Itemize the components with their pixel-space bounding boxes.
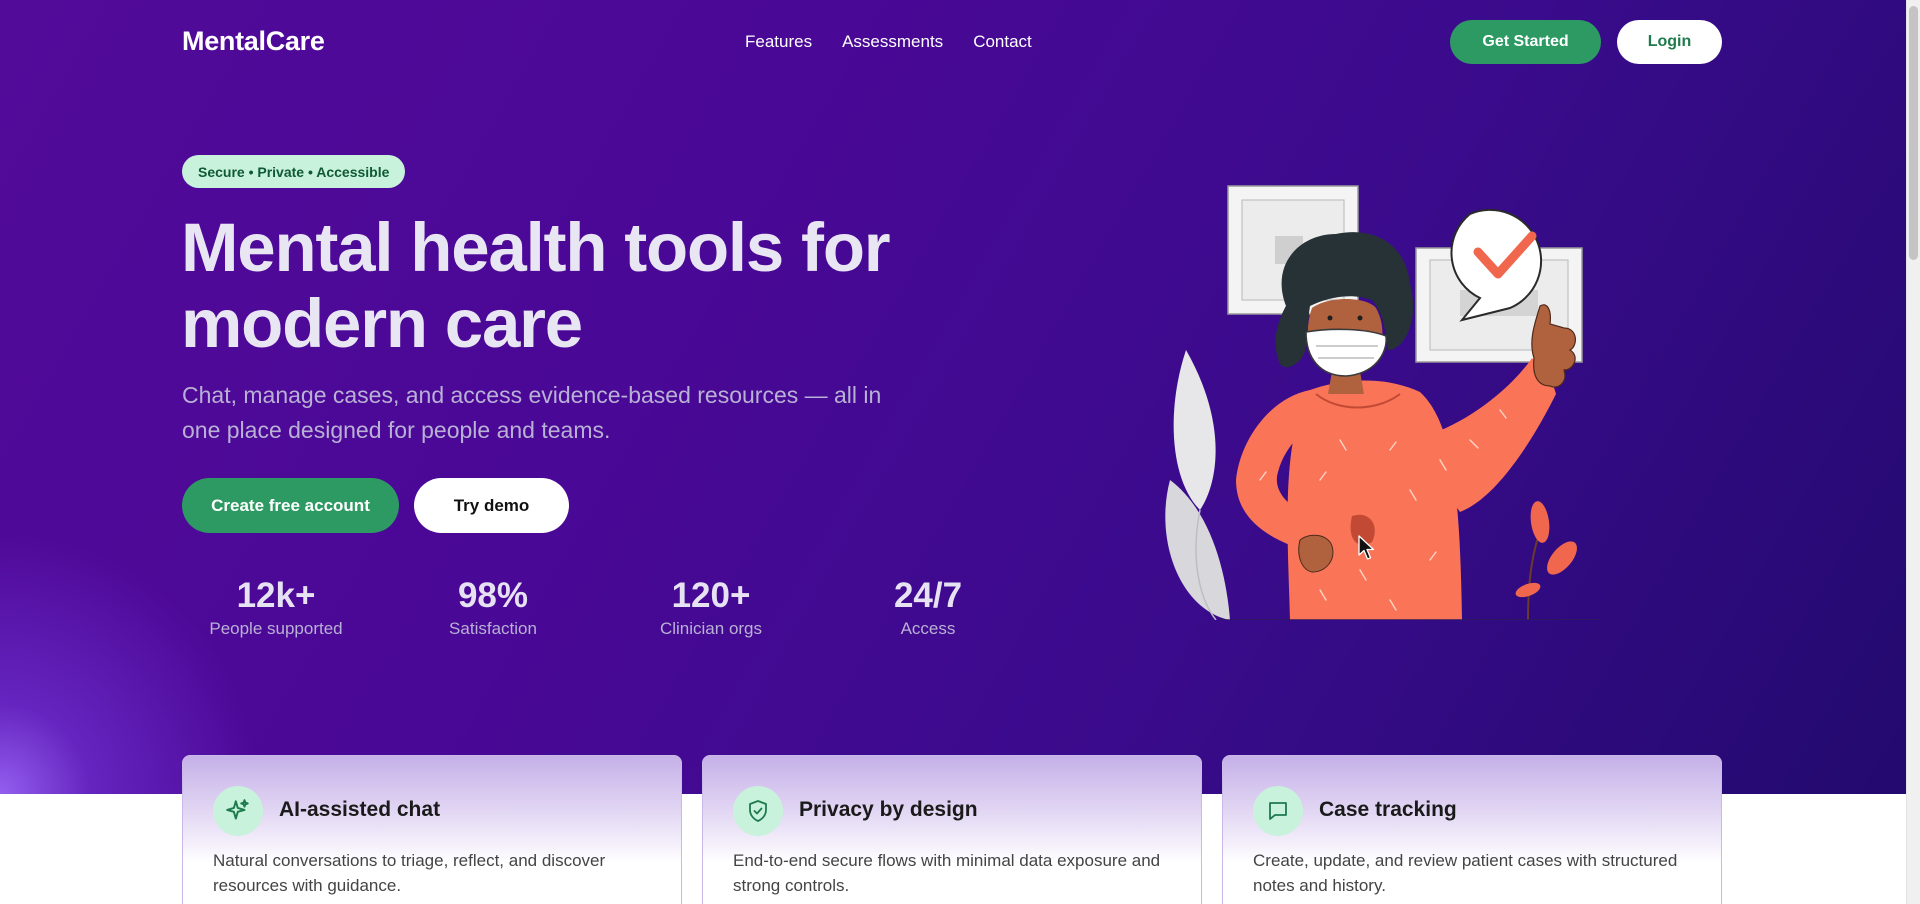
- stat-label: People supported: [209, 619, 343, 638]
- get-started-button[interactable]: Get Started: [1450, 20, 1601, 64]
- stat-clinician-orgs: 120+ Clinician orgs: [621, 574, 801, 640]
- feature-title: AI-assisted chat: [279, 798, 441, 821]
- main-nav: Features Assessments Contact: [745, 32, 1032, 52]
- shield-check-icon: [733, 786, 783, 836]
- hero-subheadline: Chat, manage cases, and access evidence-…: [182, 382, 882, 443]
- feature-description: End-to-end secure flows with minimal dat…: [733, 851, 1161, 895]
- stat-access: 24/7 Access: [838, 574, 1018, 640]
- feature-description: Create, update, and review patient cases…: [1253, 851, 1678, 895]
- mouse-cursor-icon: [1358, 535, 1375, 560]
- plant-left: [1165, 350, 1230, 620]
- stat-label: Access: [900, 619, 956, 638]
- sparkle-icon: [213, 786, 263, 836]
- trust-badge: Secure • Private • Accessible: [182, 155, 406, 188]
- plant-right: [1515, 501, 1577, 620]
- feature-description: Natural conversations to triage, reflect…: [213, 851, 606, 895]
- try-demo-button[interactable]: Try demo: [414, 478, 569, 533]
- stat-label: Clinician orgs: [659, 619, 763, 638]
- stat-value: 98%: [457, 576, 529, 615]
- nav-link-contact[interactable]: Contact: [973, 32, 1032, 52]
- stat-value: 12k+: [236, 576, 316, 615]
- page-scrollbar[interactable]: [1906, 0, 1920, 904]
- feature-title: Privacy by design: [799, 798, 978, 821]
- feature-title: Case tracking: [1319, 798, 1457, 821]
- login-button[interactable]: Login: [1617, 20, 1722, 64]
- nav-link-assessments[interactable]: Assessments: [842, 32, 943, 52]
- scrollbar-thumb[interactable]: [1909, 6, 1918, 260]
- stat-value: 120+: [671, 576, 751, 615]
- hero-headline: Mental health tools for modern care: [181, 209, 891, 362]
- stat-people-supported: 12k+ People supported: [186, 574, 366, 640]
- stat-satisfaction: 98% Satisfaction: [403, 574, 583, 640]
- chat-bubble-icon: [1253, 786, 1303, 836]
- nav-link-features[interactable]: Features: [745, 32, 812, 52]
- brand-logo[interactable]: MentalCare: [182, 26, 325, 57]
- feature-card-case-tracking[interactable]: Case tracking Create, update, and review…: [1222, 755, 1722, 904]
- hero-illustration: [1165, 185, 1600, 620]
- stat-label: Satisfaction: [449, 619, 537, 638]
- feature-card-ai-chat[interactable]: AI-assisted chat Natural conversations t…: [182, 755, 682, 904]
- create-account-button[interactable]: Create free account: [182, 478, 399, 533]
- feature-card-privacy[interactable]: Privacy by design End-to-end secure flow…: [702, 755, 1202, 904]
- stat-value: 24/7: [893, 576, 963, 615]
